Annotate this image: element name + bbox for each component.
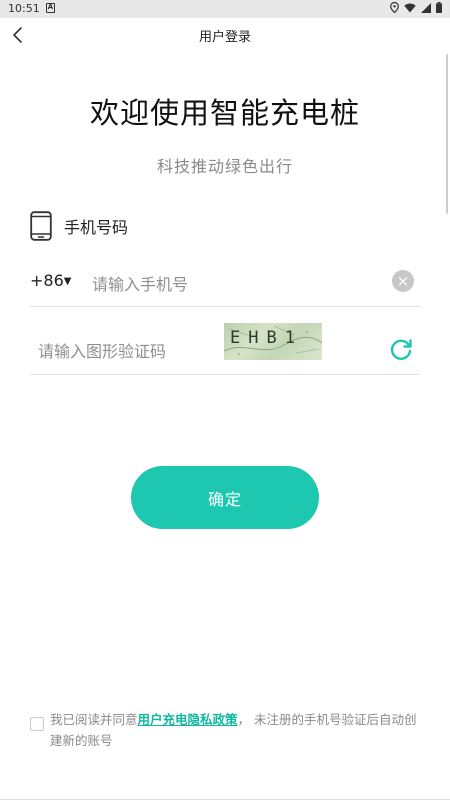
clear-icon[interactable]: × <box>392 270 414 292</box>
status-icons <box>390 2 442 13</box>
signal-icon <box>421 2 431 13</box>
phone-label: 手机号码 <box>64 218 129 237</box>
refresh-button[interactable] <box>388 337 414 363</box>
phone-label-row: 手机号码 <box>30 210 128 242</box>
notification-icon: A <box>46 3 55 13</box>
scroll-indicator <box>446 54 448 214</box>
chevron-down-icon: ▼ <box>63 276 72 287</box>
captcha-input[interactable] <box>36 333 220 369</box>
refresh-icon <box>390 339 412 360</box>
captcha-text: EHB1 <box>230 328 303 348</box>
mobile-phone-icon <box>30 211 52 241</box>
location-icon <box>390 2 399 13</box>
status-time: 10:51 <box>8 2 40 15</box>
phone-row: +86▼ × <box>30 262 420 307</box>
page-title: 用户登录 <box>198 30 251 45</box>
agreement-checkbox[interactable] <box>30 717 44 731</box>
agreement-prefix: 我已阅读并同意 <box>50 712 138 727</box>
welcome-subheadline: 科技推动绿色出行 <box>156 157 293 176</box>
status-bar: 10:51 A <box>0 0 450 18</box>
captcha-row: EHB1 <box>30 323 420 375</box>
battery-icon <box>436 2 442 13</box>
country-code: +86 <box>30 271 64 290</box>
captcha-image[interactable]: EHB1 <box>224 323 322 360</box>
phone-input[interactable] <box>90 266 384 302</box>
app-bar: 用户登录 <box>0 18 450 52</box>
welcome-headline: 欢迎使用智能充电桩 <box>89 96 360 130</box>
wifi-icon <box>404 3 416 12</box>
confirm-button[interactable]: 确定 <box>131 466 319 529</box>
country-code-selector[interactable]: +86▼ <box>30 271 71 290</box>
agreement: 我已阅读并同意用户充电隐私政策， 未注册的手机号验证后自动创建新的账号 <box>30 709 425 751</box>
agreement-text: 我已阅读并同意用户充电隐私政策， 未注册的手机号验证后自动创建新的账号 <box>50 709 425 751</box>
privacy-policy-link[interactable]: 用户充电隐私政策 <box>138 712 238 727</box>
